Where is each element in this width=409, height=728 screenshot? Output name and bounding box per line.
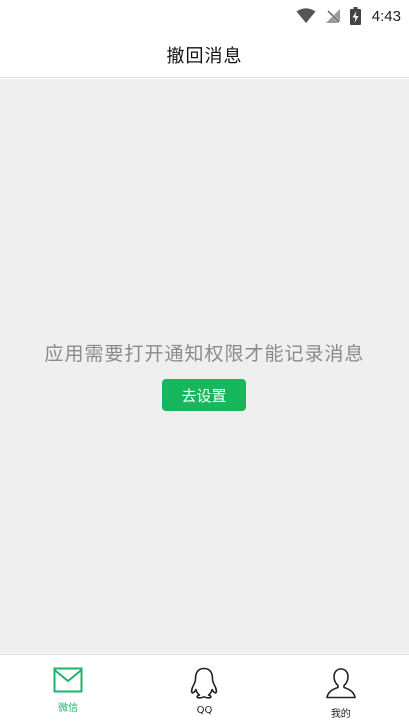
notification-permission-notice: 应用需要打开通知权限才能记录消息 <box>44 343 365 365</box>
tab-wechat[interactable]: 微信 <box>0 655 136 728</box>
no-signal-icon <box>325 9 341 24</box>
status-icons: 4:43 <box>296 4 401 28</box>
mail-icon <box>53 667 83 693</box>
tab-label-wechat: 微信 <box>58 703 79 714</box>
tab-qq[interactable]: QQ <box>136 655 272 728</box>
tab-mine[interactable]: 我的 <box>273 655 409 728</box>
user-icon <box>326 668 356 699</box>
bottom-tab-bar: 微信 QQ 我的 <box>0 654 409 728</box>
title-bar: 撤回消息 <box>0 32 409 78</box>
battery-charging-icon <box>349 7 361 25</box>
status-bar: 4:43 <box>0 0 409 32</box>
main-content: 应用需要打开通知权限才能记录消息 去设置 <box>0 79 409 653</box>
status-time: 4:43 <box>371 7 401 25</box>
page-title: 撤回消息 <box>166 45 243 67</box>
tab-label-mine: 我的 <box>330 709 351 720</box>
tab-label-qq: QQ <box>196 705 213 716</box>
go-settings-button[interactable]: 去设置 <box>162 379 246 411</box>
qq-penguin-icon <box>191 667 218 699</box>
wifi-icon <box>296 8 316 23</box>
